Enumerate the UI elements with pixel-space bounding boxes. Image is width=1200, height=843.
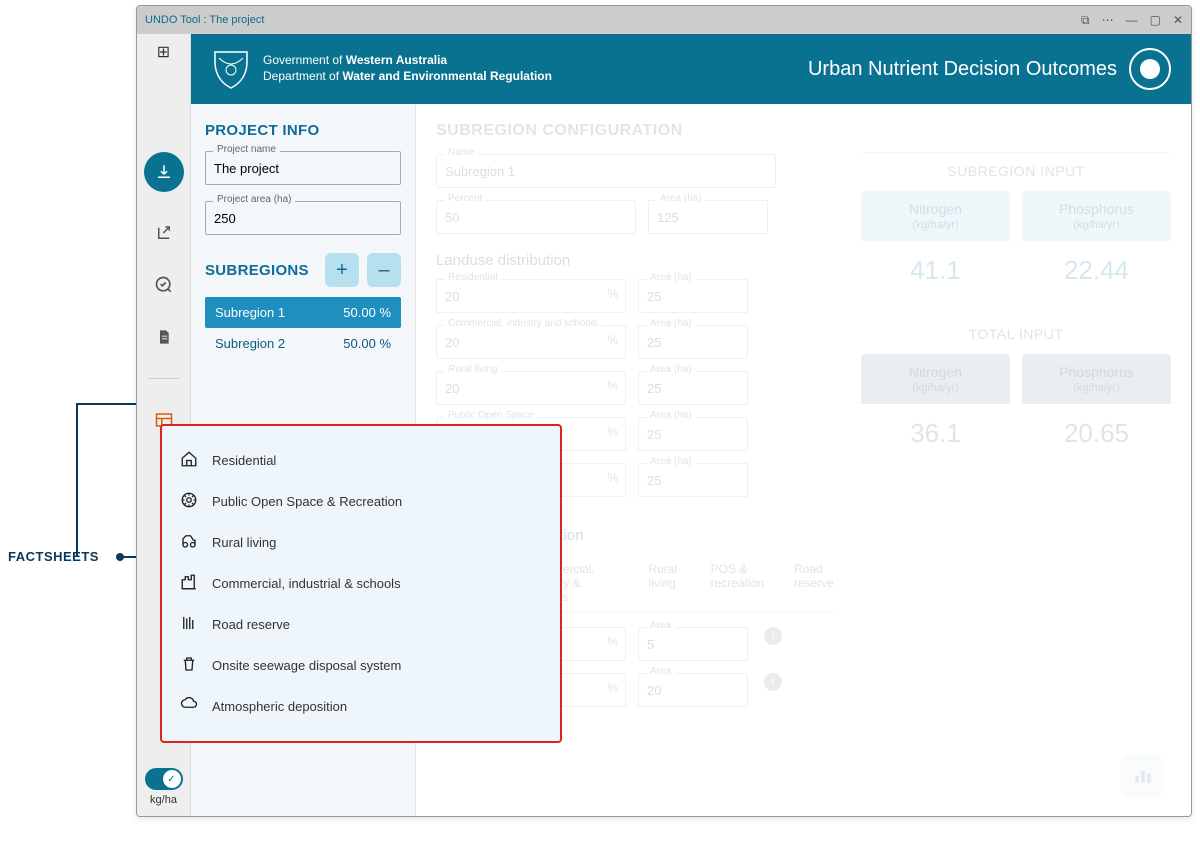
dist-pct-input[interactable] xyxy=(436,371,626,405)
factsheet-item[interactable]: Onsite seewage disposal system xyxy=(172,645,550,686)
window-more-icon[interactable]: ⋯ xyxy=(1102,13,1114,28)
subregion-config-title: SUBREGION CONFIGURATION xyxy=(436,122,836,140)
factsheet-item-label: Public Open Space & Recreation xyxy=(212,494,402,509)
annotation-line xyxy=(76,405,78,557)
factsheets-popup: Residential Public Open Space & Recreatio… xyxy=(160,424,562,743)
annotation-dot xyxy=(116,553,124,561)
stats-panel: SUBREGION INPUT Nitrogen(kg/ha/yr) 41.1 … xyxy=(861,152,1171,489)
subregion-name-input[interactable] xyxy=(436,154,776,188)
dist-pct-input[interactable] xyxy=(436,325,626,359)
dist-area-input[interactable] xyxy=(638,463,748,497)
download-button[interactable] xyxy=(144,152,184,192)
window-title: UNDO Tool : The project xyxy=(145,14,264,26)
subregions-title: SUBREGIONS xyxy=(205,262,309,279)
remove-subregion-button[interactable]: – xyxy=(367,253,401,287)
factsheet-item-icon xyxy=(180,696,198,717)
factsheet-item-icon xyxy=(180,573,198,594)
factsheet-item-icon xyxy=(180,450,198,471)
cfg-area-input[interactable] xyxy=(638,673,748,707)
wa-crest-icon xyxy=(211,48,251,90)
chart-fab-button[interactable] xyxy=(1121,754,1165,798)
dist-area-input[interactable] xyxy=(638,325,748,359)
project-info-title: PROJECT INFO xyxy=(205,122,401,139)
window-titlebar: UNDO Tool : The project ⧉ ⋯ — ▢ ✕ xyxy=(137,6,1191,34)
window-cast-icon[interactable]: ⧉ xyxy=(1081,13,1090,28)
cfg-area-input[interactable] xyxy=(638,627,748,661)
export-icon[interactable] xyxy=(153,222,175,244)
header-gov-text: Government of Western Australia Departme… xyxy=(263,53,552,84)
project-area-label: Project area (ha) xyxy=(213,194,295,205)
phosphorus-total-card: Phosphorus(kg/ha/yr) 20.65 xyxy=(1022,354,1171,463)
app-header: Government of Western Australia Departme… xyxy=(191,34,1191,104)
app-title: Urban Nutrient Decision Outcomes xyxy=(808,58,1117,81)
factsheet-item[interactable]: Public Open Space & Recreation xyxy=(172,481,550,522)
dist-pct-input[interactable] xyxy=(436,279,626,313)
factsheet-item[interactable]: Commercial, industrial & schools xyxy=(172,563,550,604)
factsheet-item[interactable]: Residential xyxy=(172,440,550,481)
nitrogen-total-card: Nitrogen(kg/ha/yr) 36.1 xyxy=(861,354,1010,463)
factsheet-item-label: Commercial, industrial & schools xyxy=(212,576,401,591)
factsheet-item[interactable]: Rural living xyxy=(172,522,550,563)
dist-area-input[interactable] xyxy=(638,371,748,405)
unit-toggle-label: kg/ha xyxy=(150,794,177,806)
landuse-tab[interactable]: Road reserve xyxy=(792,554,836,612)
total-input-title: TOTAL INPUT xyxy=(861,326,1171,342)
app-logo-icon xyxy=(1129,48,1171,90)
factsheet-item[interactable]: Road reserve xyxy=(172,604,550,645)
add-subregion-button[interactable]: + xyxy=(325,253,359,287)
nitrogen-sub-card: Nitrogen(kg/ha/yr) 41.1 xyxy=(861,191,1010,300)
phosphorus-sub-card: Phosphorus(kg/ha/yr) 22.44 xyxy=(1022,191,1171,300)
window-maximize-icon[interactable]: ▢ xyxy=(1150,13,1161,28)
document-icon[interactable] xyxy=(153,326,175,348)
landuse-tab[interactable]: Rural living xyxy=(646,554,682,612)
window-minimize-icon[interactable]: — xyxy=(1126,13,1138,28)
factsheet-item-icon xyxy=(180,614,198,635)
subregion-input-title: SUBREGION INPUT xyxy=(861,163,1171,179)
landuse-dist-title: Landuse distribution xyxy=(436,252,836,269)
project-name-input[interactable] xyxy=(205,151,401,185)
subregion-area-input[interactable] xyxy=(648,200,768,234)
factsheet-item-label: Onsite seewage disposal system xyxy=(212,658,401,673)
project-area-input[interactable] xyxy=(205,201,401,235)
factsheet-item-icon xyxy=(180,491,198,512)
project-name-label: Project name xyxy=(213,144,280,155)
factsheet-item-label: Atmospheric deposition xyxy=(212,699,347,714)
factsheet-item-icon xyxy=(180,532,198,553)
info-icon[interactable]: i xyxy=(764,673,782,691)
window-close-icon[interactable]: ✕ xyxy=(1173,13,1183,28)
subregion-row[interactable]: Subregion 250.00 % xyxy=(205,328,401,359)
landuse-tab[interactable]: POS & recreation xyxy=(709,554,766,612)
dist-area-input[interactable] xyxy=(638,279,748,313)
unit-toggle[interactable]: ✓ xyxy=(145,768,183,790)
factsheet-item-icon xyxy=(180,655,198,676)
factsheet-item[interactable]: Atmospheric deposition xyxy=(172,686,550,727)
subregion-row[interactable]: Subregion 150.00 % xyxy=(205,297,401,328)
subregion-percent-input[interactable] xyxy=(436,200,636,234)
apps-grid-icon[interactable]: ⊞ xyxy=(157,42,170,62)
factsheet-item-label: Residential xyxy=(212,453,276,468)
dist-area-input[interactable] xyxy=(638,417,748,451)
info-icon[interactable]: i xyxy=(764,627,782,645)
factsheet-item-label: Road reserve xyxy=(212,617,290,632)
annotation-factsheets-label: FACTSHEETS xyxy=(8,549,99,564)
checkmark-add-icon[interactable] xyxy=(153,274,175,296)
factsheet-item-label: Rural living xyxy=(212,535,276,550)
